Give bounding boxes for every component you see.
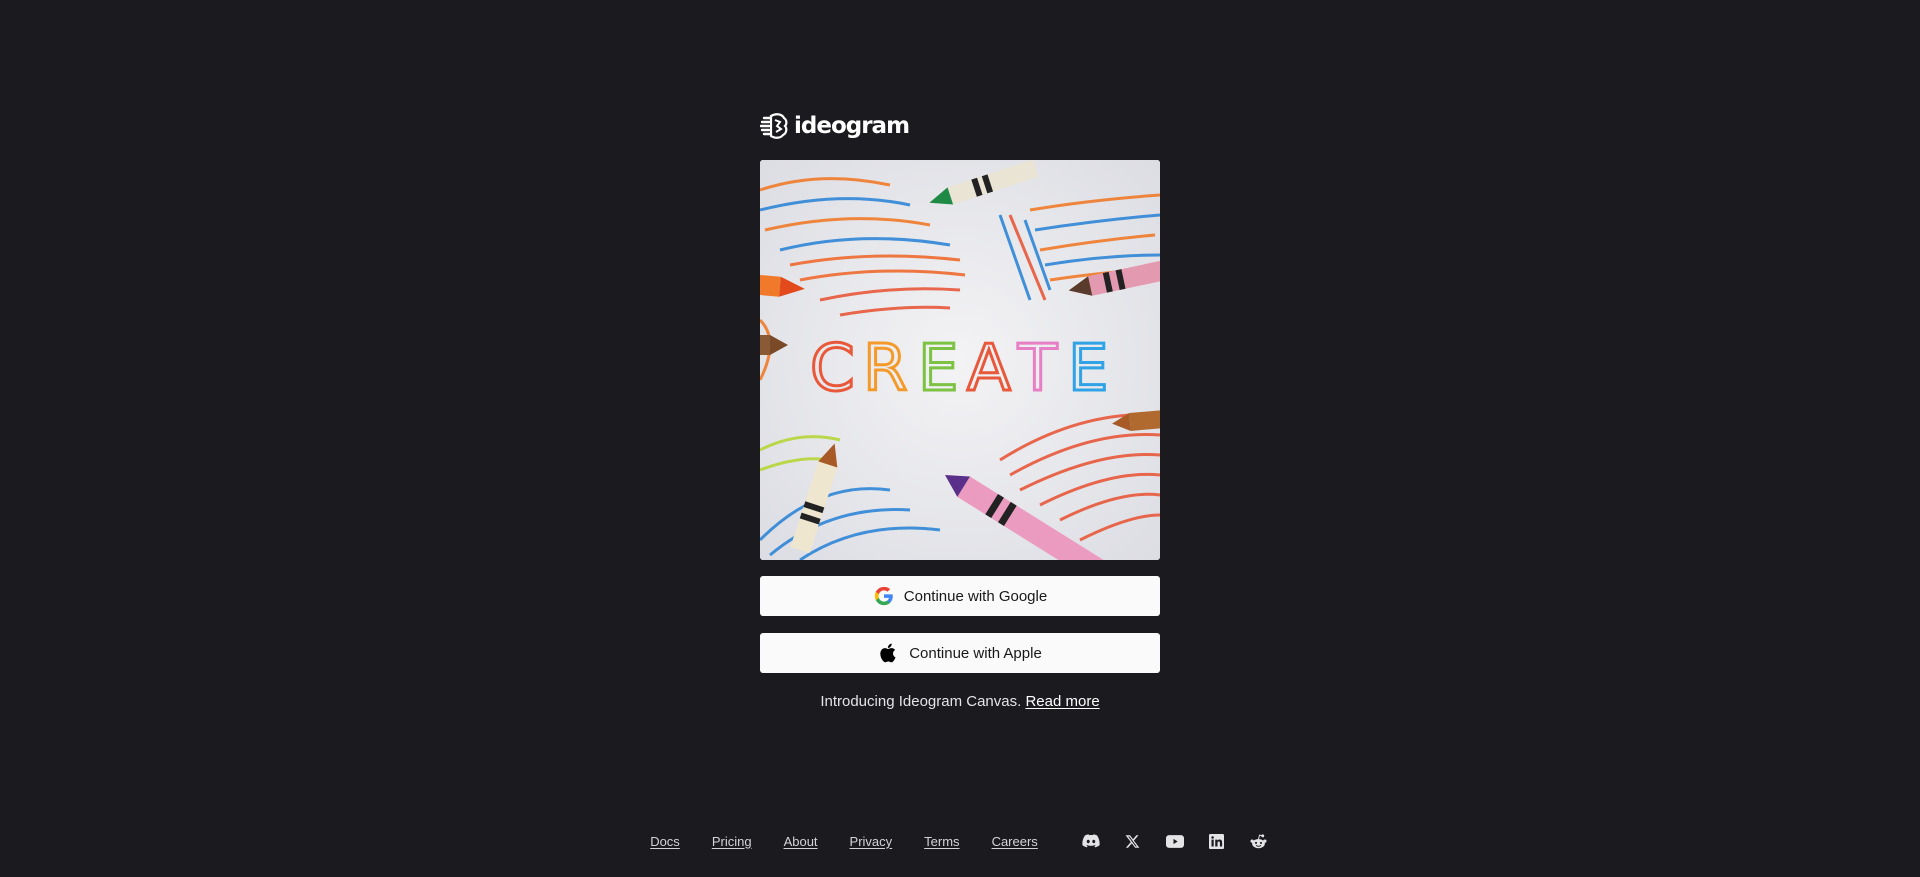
apple-button-label: Continue with Apple (909, 644, 1042, 662)
create-letter-e2: E (1068, 332, 1108, 406)
announcement: Introducing Ideogram Canvas. Read more (760, 693, 1160, 710)
footer-link-terms[interactable]: Terms (924, 834, 959, 849)
create-letter-t: T (1017, 332, 1058, 406)
x-link[interactable] (1122, 832, 1144, 850)
create-letter-e: E (918, 332, 958, 406)
youtube-link[interactable] (1164, 832, 1186, 850)
footer-links: Docs Pricing About Privacy Terms Careers (650, 834, 1080, 849)
footer-link-pricing[interactable]: Pricing (712, 834, 752, 849)
hero-image: C R E A T E (760, 160, 1160, 560)
apple-icon (880, 643, 896, 663)
continue-with-google-button[interactable]: Continue with Google (760, 576, 1160, 616)
discord-icon (1082, 834, 1100, 848)
create-letter-c: C (810, 332, 855, 406)
discord-link[interactable] (1080, 832, 1102, 850)
create-letter-a: A (967, 332, 1011, 406)
login-page: ideogram C R E A T E Continue with Googl… (0, 0, 1920, 877)
footer-link-careers[interactable]: Careers (992, 834, 1038, 849)
linkedin-link[interactable] (1206, 832, 1228, 850)
brand-logo[interactable]: ideogram (760, 111, 910, 141)
youtube-icon (1165, 834, 1184, 848)
footer-link-docs[interactable]: Docs (650, 834, 680, 849)
announcement-text: Introducing Ideogram Canvas. (820, 693, 1022, 710)
footer: Docs Pricing About Privacy Terms Careers (0, 832, 1920, 850)
x-icon (1125, 834, 1140, 848)
read-more-link[interactable]: Read more (1025, 693, 1099, 710)
create-letter-r: R (863, 332, 907, 406)
google-button-label: Continue with Google (903, 587, 1048, 605)
linkedin-icon (1209, 833, 1225, 849)
continue-with-apple-button[interactable]: Continue with Apple (760, 633, 1160, 673)
reddit-link[interactable] (1248, 832, 1270, 850)
crayon-create-illustration: C R E A T E (760, 160, 1160, 560)
social-links (1080, 832, 1270, 850)
brain-logo-icon (760, 113, 788, 139)
footer-link-privacy[interactable]: Privacy (850, 834, 893, 849)
reddit-icon (1250, 833, 1267, 848)
footer-link-about[interactable]: About (784, 834, 818, 849)
brand-name: ideogram (794, 113, 910, 139)
google-g-icon (874, 586, 893, 606)
